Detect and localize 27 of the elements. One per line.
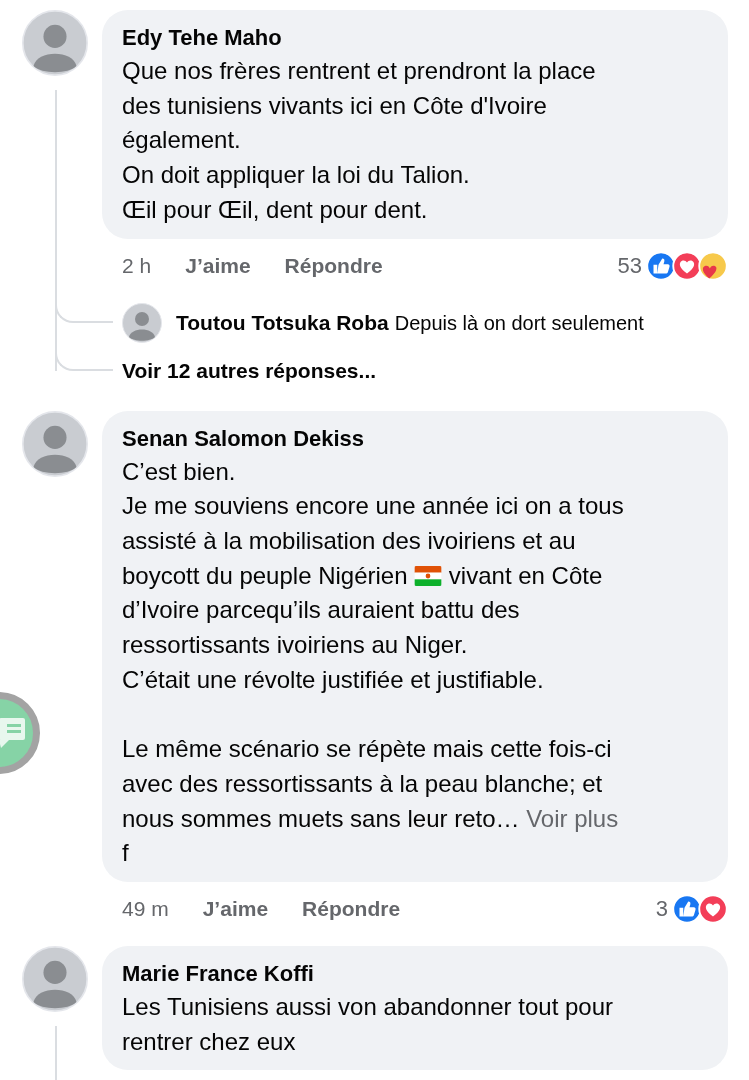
like-link[interactable]: J’aime: [202, 893, 269, 925]
timestamp: 49 m: [122, 896, 169, 923]
comment-text: Que nos frères rentrent et prendront la place des tunisiens vivants ici en Côte d'Ivoire également. On doit appliquer la loi du Talion. Œil pour Œil, dent pour dent.: [122, 56, 597, 225]
reply-link[interactable]: Répondre: [302, 893, 401, 925]
author-name[interactable]: Senan Salomon Dekiss: [122, 422, 712, 455]
timestamp: 2 h: [122, 252, 152, 279]
avatar[interactable]: [22, 410, 88, 477]
author-name[interactable]: Toutou Totsuka Roba: [176, 306, 389, 339]
more-replies-link[interactable]: Voir 12 autres réponses...: [122, 354, 377, 387]
thumbs-up-icon: [672, 893, 702, 924]
heart-hug-icon: [698, 250, 728, 281]
comment-text: C’est bien. Je me souviens encore une année ici on a tous assisté à la mobilisation des ivoiriens et au boycott du peuple Nigérien vivant en Côte d’Ivoire parcequ’ils auraient battu des ressortissants ivoiriens au Niger. C’était une révolte justifiée et justifiable. Le même scénario se répète mais cette fois-ci avec des ressortissants à la peau blanche; et nous sommes muets sans leur reto… Voir plus f: [122, 456, 625, 869]
reply-link[interactable]: Répondre: [284, 249, 383, 282]
comment-text: Les Tunisiens aussi von abandonner tout pour rentrer chez eux: [122, 991, 614, 1057]
avatar[interactable]: [122, 302, 162, 343]
document-icon: [0, 718, 25, 748]
avatar[interactable]: [22, 945, 88, 1012]
reaction-count[interactable]: 53: [617, 249, 642, 282]
reaction-count[interactable]: 3: [655, 892, 668, 926]
like-link[interactable]: J’aime: [185, 249, 251, 282]
flag-icon: [414, 565, 443, 586]
avatar[interactable]: [22, 10, 88, 76]
thumbs-up-icon: [646, 250, 676, 281]
author-name[interactable]: Edy Tehe Maho: [122, 22, 712, 54]
reply-text: Depuis là on dort seulement: [394, 310, 644, 336]
see-more-link[interactable]: Voir plus: [526, 804, 619, 832]
author-name[interactable]: Marie France Koffi: [122, 957, 712, 990]
